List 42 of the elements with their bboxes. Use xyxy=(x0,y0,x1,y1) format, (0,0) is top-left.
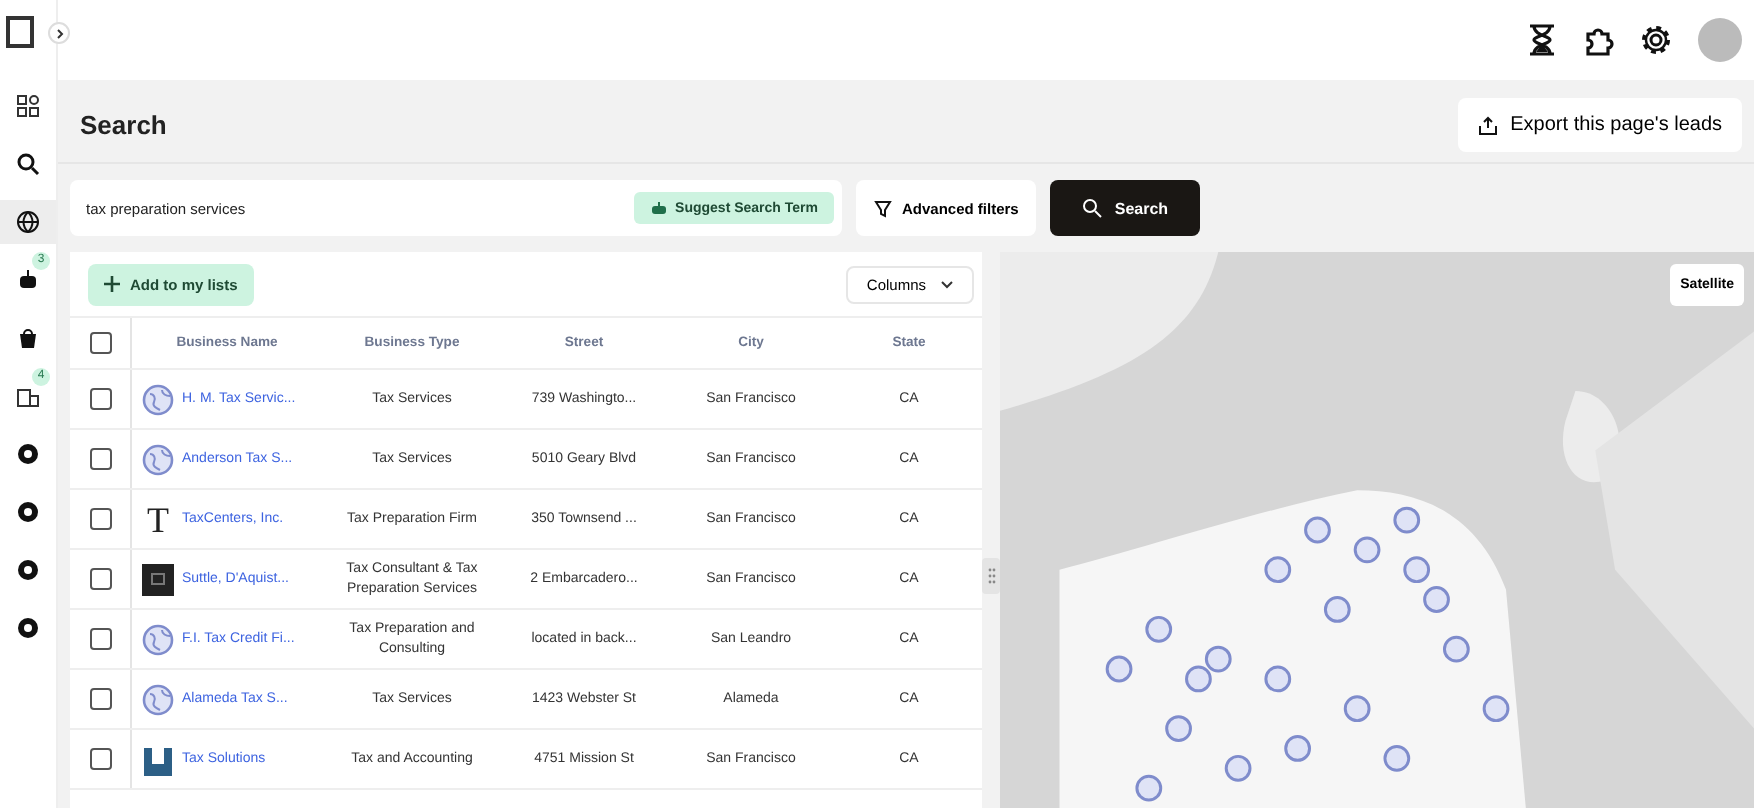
building-icon xyxy=(16,384,40,408)
bag-icon xyxy=(16,326,40,350)
chevron-right-icon xyxy=(53,27,65,39)
ring-icon xyxy=(16,442,40,466)
page-title: Search xyxy=(80,110,167,140)
sidebar-item[interactable] xyxy=(0,200,56,244)
plus-icon xyxy=(104,276,120,292)
ring-icon xyxy=(16,558,40,582)
row-checkbox[interactable] xyxy=(89,508,111,530)
ring-icon xyxy=(16,616,40,640)
company-logo-icon xyxy=(142,743,174,775)
puzzle-icon[interactable] xyxy=(1582,24,1614,56)
share-icon xyxy=(1478,115,1499,135)
globe-logo-icon xyxy=(142,683,174,715)
search-icon xyxy=(1082,198,1103,218)
row-checkbox[interactable] xyxy=(89,628,111,650)
company-logo: T xyxy=(145,503,171,535)
row-checkbox[interactable] xyxy=(89,568,111,590)
settings-icon[interactable] xyxy=(1640,24,1672,56)
company-logo-icon xyxy=(142,563,174,595)
ring-icon xyxy=(16,500,40,524)
expand-sidebar-button[interactable] xyxy=(48,22,70,44)
filter-icon xyxy=(874,199,892,217)
export-button[interactable]: Export this page's leads xyxy=(1458,98,1742,152)
app-logo-icon[interactable] xyxy=(6,16,34,48)
robot-icon xyxy=(16,268,40,292)
grid-icon xyxy=(16,94,40,118)
select-all-checkbox[interactable] xyxy=(89,332,111,354)
globe-logo-icon xyxy=(142,443,174,475)
row-checkbox[interactable] xyxy=(89,748,111,770)
search-icon xyxy=(16,152,40,176)
search-button[interactable]: Search xyxy=(1050,180,1201,236)
hourglass-icon[interactable] xyxy=(1528,24,1556,56)
row-checkbox[interactable] xyxy=(89,448,111,470)
globe-logo-icon xyxy=(142,623,174,655)
resize-handle[interactable] xyxy=(982,557,1000,593)
chevron-down-icon xyxy=(940,279,954,289)
globe-logo-icon xyxy=(142,383,174,415)
robot-icon xyxy=(649,200,668,216)
globe-icon xyxy=(16,210,40,234)
row-checkbox[interactable] xyxy=(89,688,111,710)
row-checkbox[interactable] xyxy=(89,388,111,410)
